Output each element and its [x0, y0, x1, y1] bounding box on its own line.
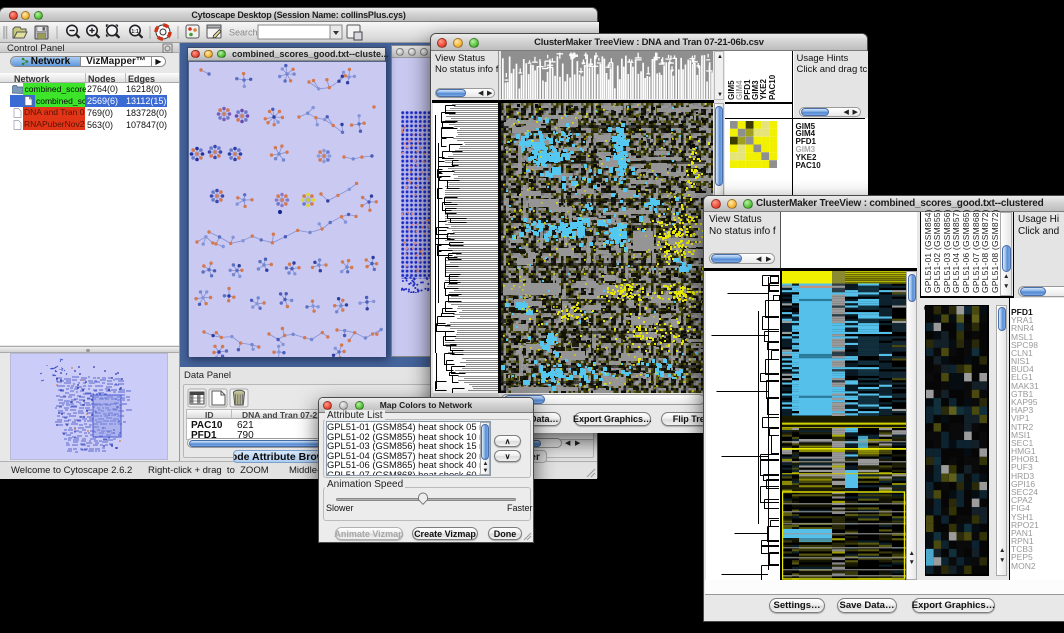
svg-text:Search:: Search:: [229, 28, 260, 38]
svg-text:1:1: 1:1: [131, 29, 138, 35]
